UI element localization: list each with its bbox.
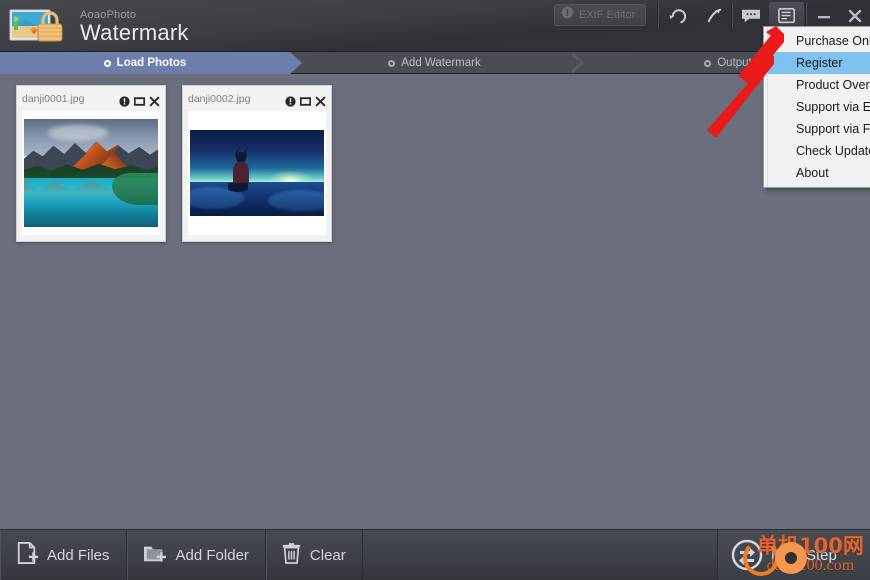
menu-gutter (764, 27, 768, 187)
add-folder-button[interactable]: Add Folder (127, 530, 266, 580)
step-chevron-1 (290, 52, 302, 74)
thumbnail-header: danji0001.jpg (22, 91, 160, 107)
redo-arrow-icon[interactable] (697, 2, 732, 29)
menu-list-icon[interactable] (769, 2, 804, 29)
step-dot-icon (388, 59, 396, 67)
thumbnail-actions (285, 94, 326, 107)
photo-padlock-logo-icon (8, 6, 74, 48)
step-label: Load Photos (116, 57, 187, 69)
menu-item-support-email[interactable]: Support via E-mail (764, 96, 870, 118)
file-plus-icon (16, 541, 38, 569)
speech-bubble-icon[interactable] (733, 2, 768, 29)
photo-list-canvas[interactable]: danji0001.jpg danji0002.jpg (0, 74, 870, 529)
menu-item-product-overview[interactable]: Product Overview (764, 74, 870, 96)
anime-night-sea-photo (190, 130, 324, 216)
step-label: Output (717, 57, 752, 69)
site-watermark-overlay: 单机100网 danji100.com (743, 536, 864, 576)
step-chevron-2 (572, 52, 584, 74)
remove-x-icon[interactable] (315, 94, 326, 106)
thumbnail-card[interactable]: danji0002.jpg (182, 85, 332, 242)
exif-editor-button[interactable]: EXIF Editor (554, 4, 646, 26)
folder-plus-icon (143, 542, 167, 568)
menu-item-support-forum[interactable]: Support via Forum (764, 118, 870, 140)
step-dot-icon (103, 59, 111, 67)
application-window: AoaoPhoto Watermark EXIF Editor Load Pho… (0, 0, 870, 580)
undo-arrow-icon[interactable] (660, 2, 695, 29)
remove-x-icon[interactable] (149, 94, 160, 106)
exclamation-circle-icon (561, 6, 574, 24)
bottom-toolbar: Add Files Add Folder Clear Step (0, 529, 870, 580)
trash-can-icon (282, 542, 301, 569)
thumbnail-card[interactable]: danji0001.jpg (16, 85, 166, 242)
toolbar-separator-3 (805, 3, 806, 28)
step-load-photos[interactable]: Load Photos (0, 52, 290, 74)
info-circle-icon[interactable] (285, 94, 296, 107)
toolbar-separator-1 (657, 3, 658, 28)
thumbnail-header: danji0002.jpg (188, 91, 326, 107)
brand-title: Watermark (80, 20, 189, 45)
thumbnail-filename: danji0001.jpg (22, 93, 85, 105)
step-label: Add Watermark (401, 57, 481, 69)
step-add-watermark[interactable]: Add Watermark (302, 52, 567, 74)
thumbnail-filename: danji0002.jpg (188, 93, 251, 105)
close-x-icon[interactable] (840, 2, 870, 29)
preview-square-icon[interactable] (299, 94, 312, 106)
thumbnail-actions (119, 94, 160, 107)
add-files-button[interactable]: Add Files (0, 530, 127, 580)
workflow-step-bar: Load Photos Add Watermark Output (0, 52, 870, 74)
thumbnail-image-frame (188, 111, 326, 235)
add-folder-label: Add Folder (175, 546, 249, 564)
exif-editor-label: EXIF Editor (579, 9, 636, 21)
menu-item-about[interactable]: About (764, 162, 870, 184)
info-circle-icon[interactable] (119, 94, 130, 107)
watermark-ring-icon (743, 540, 779, 576)
clear-label: Clear (309, 546, 346, 564)
title-bar: AoaoPhoto Watermark EXIF Editor (0, 0, 870, 52)
toolbar-filler (363, 530, 718, 580)
menu-item-register[interactable]: Register (764, 52, 870, 74)
help-menu-popup[interactable]: Purchase Online Register Product Overvie… (763, 26, 870, 188)
watermark-dot-icon (775, 542, 807, 574)
preview-square-icon[interactable] (133, 94, 146, 106)
toolbar-separator-2 (731, 3, 732, 28)
menu-item-purchase-online[interactable]: Purchase Online (764, 30, 870, 52)
thumbnail-grid: danji0001.jpg danji0002.jpg (16, 85, 870, 242)
step-dot-icon (704, 59, 712, 67)
minimize-icon[interactable] (808, 2, 840, 29)
clear-button[interactable]: Clear (266, 530, 363, 580)
add-files-label: Add Files (47, 546, 110, 564)
thumbnail-image-frame (22, 111, 160, 235)
menu-item-check-update[interactable]: Check Update (764, 140, 870, 162)
mountain-lake-photo (24, 119, 158, 227)
